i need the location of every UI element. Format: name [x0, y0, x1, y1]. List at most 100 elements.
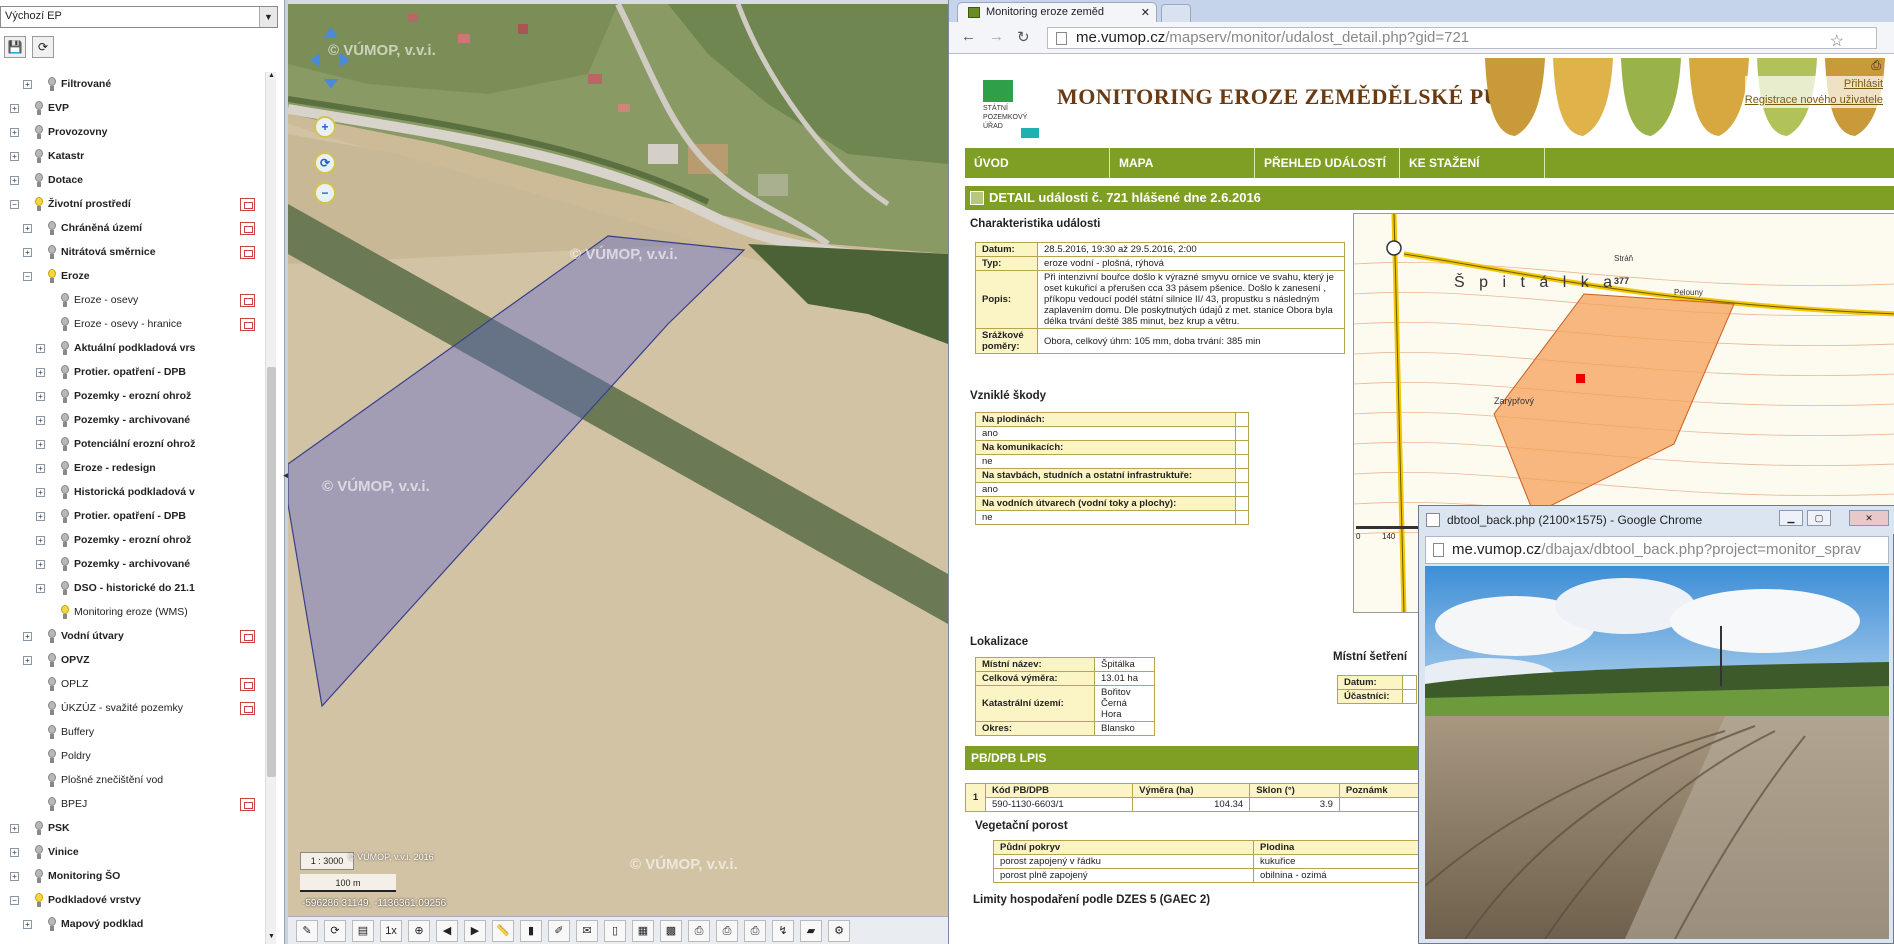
close-icon[interactable]: ✕ [1849, 510, 1889, 526]
tree-item[interactable]: Eroze - osevy [0, 288, 262, 312]
expand-icon[interactable]: + [36, 559, 45, 569]
bulb-icon[interactable] [48, 677, 56, 691]
register-link[interactable]: Registrace nového uživatele [1744, 92, 1883, 108]
scroll-down-icon[interactable]: ▼ [266, 933, 277, 944]
tree-item[interactable]: + Provozovny [0, 120, 262, 144]
expand-icon[interactable]: + [10, 847, 19, 857]
expand-icon[interactable]: + [23, 655, 32, 665]
tree-item[interactable]: + Aktuální podkladová vrs [0, 336, 262, 360]
expand-icon[interactable]: + [36, 535, 45, 545]
bulb-icon[interactable] [48, 701, 56, 715]
legend-icon[interactable] [240, 317, 255, 331]
tree-scrollbar[interactable]: ▲ ▼ [265, 72, 276, 944]
expand-icon[interactable]: + [10, 127, 19, 137]
draw-icon[interactable]: ✐ [548, 919, 570, 942]
tree-item[interactable]: + Protier. opatření - DPB [0, 504, 262, 528]
bulb-icon[interactable] [48, 773, 56, 787]
expand-icon[interactable]: + [23, 223, 32, 233]
tree-item[interactable]: + Pozemky - archivované [0, 408, 262, 432]
bulb-icon[interactable] [48, 725, 56, 739]
tree-item[interactable]: + Pozemky - erozní ohrož [0, 384, 262, 408]
document-icon[interactable]: ▯ [604, 919, 626, 942]
close-tab-icon[interactable]: ✕ [1141, 6, 1150, 19]
legend-icon[interactable] [240, 677, 255, 691]
expand-icon[interactable]: + [23, 247, 32, 257]
print-icon[interactable]: ⎙ [1871, 58, 1881, 73]
chevron-down-icon[interactable]: ▼ [259, 7, 277, 27]
bulb-icon[interactable] [35, 821, 43, 835]
save-icon[interactable]: 💾 [4, 36, 26, 58]
tree-item[interactable]: Poldry [0, 744, 262, 768]
tree-item[interactable]: + Vodní útvary [0, 624, 262, 648]
tree-item[interactable]: OPLZ [0, 672, 262, 696]
bulb-icon[interactable] [35, 149, 43, 163]
bulb-icon[interactable] [61, 437, 69, 451]
map-view[interactable]: © VÚMOP, v.v.i. © VÚMOP, v.v.i. © VÚMOP,… [288, 4, 948, 916]
tree-item[interactable]: + Katastr [0, 144, 262, 168]
tree-item[interactable]: + Protier. opatření - DPB [0, 360, 262, 384]
refresh-icon[interactable]: ⟳ [32, 36, 54, 58]
legend-icon[interactable] [240, 797, 255, 811]
tree-item[interactable]: + Pozemky - erozní ohrož [0, 528, 262, 552]
expand-icon[interactable]: + [10, 175, 19, 185]
menu-prehled-udalosti[interactable]: PŘEHLED UDÁLOSTÍ [1255, 148, 1400, 178]
bulb-icon[interactable] [61, 341, 69, 355]
new-tab-button[interactable] [1161, 4, 1191, 22]
tree-item[interactable]: + Filtrované [0, 72, 262, 96]
tree-item[interactable]: − Podkladové vrstvy [0, 888, 262, 912]
legend-icon[interactable] [240, 293, 255, 307]
tree-item[interactable]: − Životní prostředí [0, 192, 262, 216]
collapse-icon[interactable]: − [10, 895, 19, 905]
tree-item[interactable]: BPEJ [0, 792, 262, 816]
legend-icon[interactable] [240, 197, 255, 211]
address-bar[interactable]: me.vumop.cz/mapserv/monitor/udalost_deta… [1047, 27, 1877, 49]
bulb-icon[interactable] [61, 485, 69, 499]
expand-icon[interactable]: + [36, 463, 45, 473]
expand-icon[interactable]: + [10, 103, 19, 113]
route-icon[interactable]: ↯ [772, 919, 794, 942]
bulb-icon[interactable] [61, 581, 69, 595]
tree-item[interactable]: + Eroze - redesign [0, 456, 262, 480]
chart-icon[interactable]: ▦ [632, 919, 654, 942]
pan-up-icon[interactable] [324, 27, 338, 37]
note-icon[interactable]: ✉ [576, 919, 598, 942]
login-link[interactable]: Přihlásit [1744, 76, 1883, 92]
bulb-icon[interactable] [48, 917, 56, 931]
bulb-icon[interactable] [48, 653, 56, 667]
bulb-icon[interactable] [61, 317, 69, 331]
bulb-icon[interactable] [61, 461, 69, 475]
reload-icon[interactable]: ↻ [1017, 28, 1030, 46]
bulb-icon[interactable] [61, 509, 69, 523]
legend-icon[interactable] [240, 629, 255, 643]
bookmark-star-icon[interactable]: ☆ [1830, 31, 1844, 48]
bulb-icon[interactable] [61, 389, 69, 403]
minimize-icon[interactable]: ▁ [1779, 510, 1803, 526]
refresh-map-icon[interactable]: ⟳ [324, 919, 346, 942]
tree-item[interactable]: ÚKZÚZ - svažité pozemky [0, 696, 262, 720]
expand-icon[interactable]: + [23, 631, 32, 641]
bulb-icon[interactable] [35, 101, 43, 115]
bulb-icon[interactable] [48, 749, 56, 763]
expand-icon[interactable]: + [10, 151, 19, 161]
tree-item[interactable]: + Potenciální erozní ohrož [0, 432, 262, 456]
tree-item[interactable]: + Vinice [0, 840, 262, 864]
legend-icon[interactable] [240, 245, 255, 259]
menu-ke-stazeni[interactable]: KE STAŽENÍ [1400, 148, 1545, 178]
menu-uvod[interactable]: ÚVOD [965, 148, 1110, 178]
maximize-icon[interactable]: ▢ [1807, 510, 1831, 526]
pan-right-icon[interactable] [340, 53, 350, 67]
expand-icon[interactable]: + [36, 367, 45, 377]
expand-icon[interactable]: + [36, 415, 45, 425]
bulb-icon[interactable] [61, 293, 69, 307]
tree-item[interactable]: + PSK [0, 816, 262, 840]
tree-item[interactable]: + OPVZ [0, 648, 262, 672]
expand-icon[interactable]: + [36, 487, 45, 497]
zoom-box-icon[interactable]: ⊕ [408, 919, 430, 942]
print-icon[interactable]: ⎙ [688, 919, 710, 942]
tree-item[interactable]: + Chráněná území [0, 216, 262, 240]
bulb-icon[interactable] [48, 221, 56, 235]
forward-icon[interactable]: ▶ [464, 919, 486, 942]
expand-icon[interactable]: + [36, 583, 45, 593]
print-pdf-icon[interactable]: ⎙ [716, 919, 738, 942]
expand-icon[interactable]: + [10, 823, 19, 833]
